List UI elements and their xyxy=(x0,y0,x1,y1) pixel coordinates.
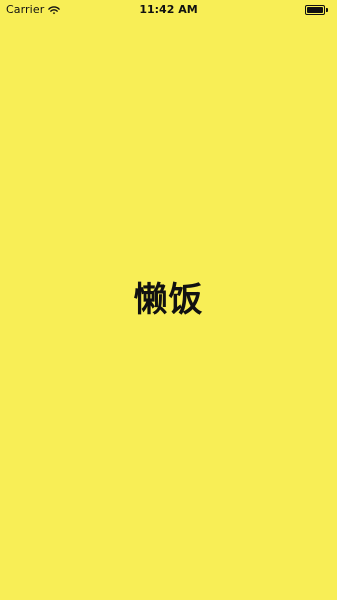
battery-fill xyxy=(307,7,323,13)
battery-cap xyxy=(326,8,328,12)
splash-screen: Carrier 11:42 AM 懒饭 xyxy=(0,0,337,600)
status-time: 11:42 AM xyxy=(139,3,198,16)
status-bar: Carrier 11:42 AM xyxy=(0,0,337,20)
battery-icon xyxy=(305,5,329,15)
app-logo-text: 懒饭 xyxy=(133,280,204,320)
